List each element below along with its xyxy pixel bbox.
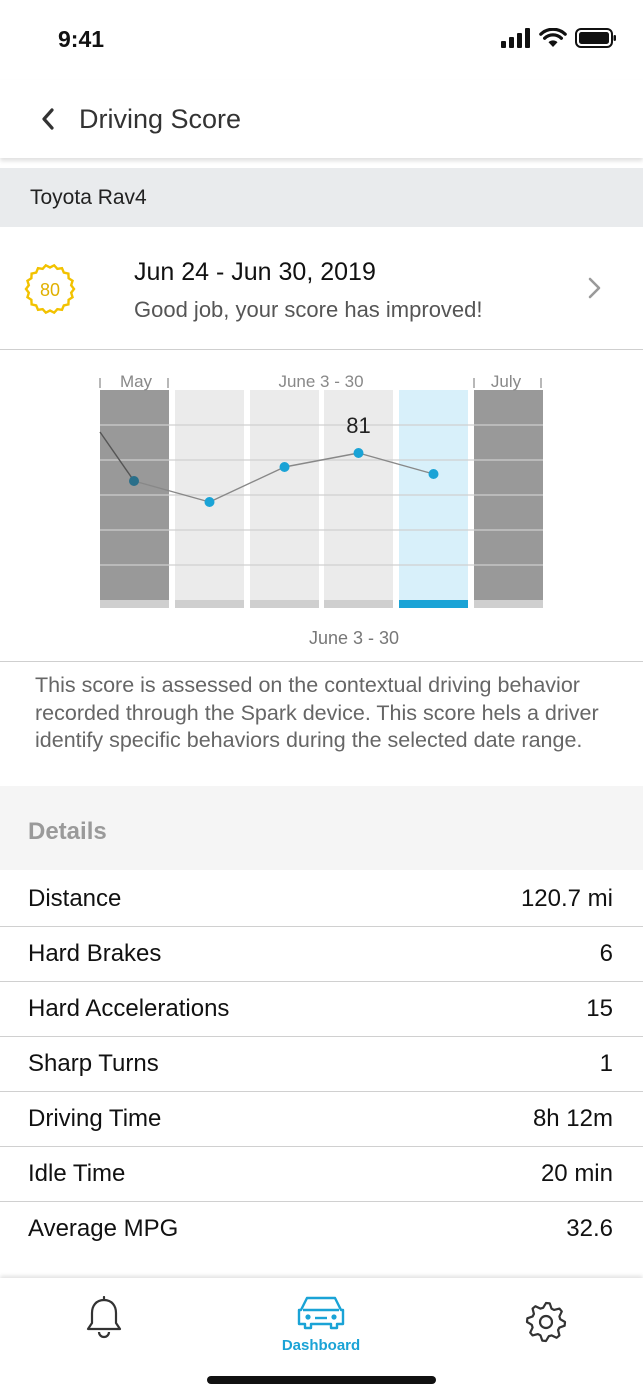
details-header: Details <box>0 786 643 870</box>
detail-value: 32.6 <box>566 1215 613 1242</box>
details-title: Details <box>28 818 107 845</box>
back-chevron-icon[interactable] <box>36 104 62 134</box>
detail-label: Hard Accelerations <box>28 995 230 1022</box>
chart-column-bar-may <box>100 600 169 608</box>
detail-label: Average MPG <box>28 1215 179 1242</box>
score-badge-icon: 80 <box>24 263 76 315</box>
detail-value: 15 <box>586 995 613 1022</box>
home-indicator <box>207 1376 436 1384</box>
chart-point <box>129 476 139 486</box>
score-description: This score is assessed on the contextual… <box>35 673 599 752</box>
status-time: 9:41 <box>58 26 105 52</box>
vehicle-bar: Toyota Rav4 <box>0 168 643 227</box>
detail-row-driving-time: Driving Time 8h 12m <box>0 1092 643 1147</box>
chevron-right-icon <box>588 277 601 299</box>
detail-value: 1 <box>599 1050 613 1077</box>
chart-column-bar-selected <box>399 600 468 608</box>
chart-column-bar <box>250 600 319 608</box>
detail-label: Idle Time <box>28 1160 126 1187</box>
week-message: Good job, your score has improved! <box>134 297 483 322</box>
chart-label-right: July <box>491 372 522 391</box>
chart-point <box>428 469 439 479</box>
battery-icon <box>575 28 616 48</box>
score-badge-value: 80 <box>40 280 60 300</box>
page-title: Driving Score <box>79 104 242 134</box>
tab-dashboard-label: Dashboard <box>281 1337 361 1354</box>
chart-label-left: May <box>120 372 153 391</box>
car-icon <box>297 1296 345 1330</box>
status-icons <box>501 28 617 48</box>
cellular-signal-icon <box>501 28 530 48</box>
vehicle-name: Toyota Rav4 <box>30 186 147 209</box>
chart-column-bar-july <box>474 600 543 608</box>
tab-bar: Dashboard <box>0 1278 643 1392</box>
detail-value: 120.7 mi <box>520 885 613 912</box>
detail-row-idle-time: Idle Time 20 min <box>0 1147 643 1202</box>
bell-icon <box>86 1296 122 1339</box>
detail-row-distance: Distance 120.7 mi <box>0 872 643 927</box>
week-summary-row[interactable]: 80 Jun 24 - Jun 30, 2019 Good job, your … <box>0 227 643 350</box>
detail-row-average-mpg: Average MPG 32.6 <box>0 1202 643 1257</box>
chart-selected-value: 81 <box>346 413 370 438</box>
score-chart-svg: May June 3 - 30 July 81 <box>99 372 543 608</box>
detail-row-hard-accelerations: Hard Accelerations 15 <box>0 982 643 1037</box>
detail-label: Sharp Turns <box>28 1050 159 1077</box>
chart-point <box>353 448 364 458</box>
chart-point <box>204 497 215 507</box>
status-bar: 9:41 <box>0 0 643 80</box>
week-range: Jun 24 - Jun 30, 2019 <box>134 258 376 286</box>
score-chart: May June 3 - 30 July 81 June 3 - 30 <box>0 350 643 662</box>
tab-notifications[interactable] <box>24 1278 184 1368</box>
detail-value: 6 <box>599 940 613 967</box>
nav-header: Driving Score <box>0 80 643 158</box>
gear-icon <box>525 1301 567 1343</box>
detail-label: Distance <box>28 885 122 912</box>
detail-value: 20 min <box>540 1160 613 1187</box>
detail-value: 8h 12m <box>532 1105 613 1132</box>
detail-label: Driving Time <box>28 1105 162 1132</box>
detail-row-hard-brakes: Hard Brakes 6 <box>0 927 643 982</box>
tab-dashboard[interactable]: Dashboard <box>241 1278 401 1368</box>
wifi-icon <box>539 28 567 47</box>
chart-column-bar <box>175 600 244 608</box>
chart-column-bar <box>324 600 393 608</box>
chart-label-center: June 3 - 30 <box>278 372 363 391</box>
details-list: Distance 120.7 mi Hard Brakes 6 Hard Accel… <box>0 872 643 1257</box>
chart-point <box>279 462 290 472</box>
chart-range-label: June 3 - 30 <box>308 628 400 648</box>
detail-row-sharp-turns: Sharp Turns 1 <box>0 1037 643 1092</box>
detail-label: Hard Brakes <box>28 940 162 967</box>
tab-settings[interactable] <box>466 1278 626 1368</box>
